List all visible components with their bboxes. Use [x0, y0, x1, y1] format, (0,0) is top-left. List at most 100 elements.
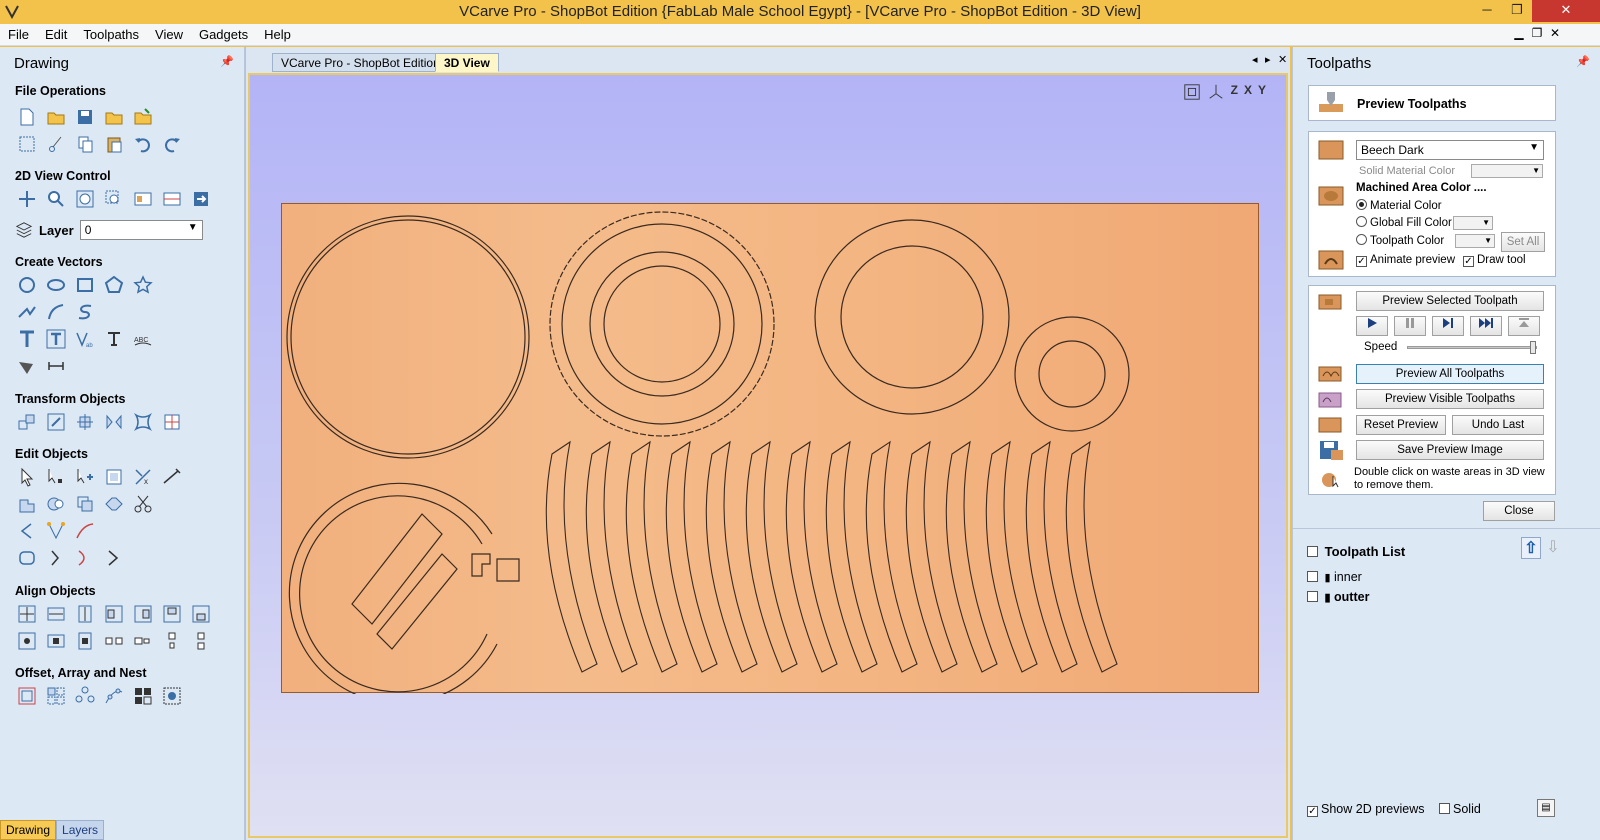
import-folder-icon[interactable] [102, 106, 126, 128]
center-v-material-icon[interactable] [73, 630, 97, 652]
fillet-icon[interactable] [102, 493, 126, 515]
set-all-button[interactable]: Set All [1501, 232, 1545, 252]
mdi-close-icon[interactable]: ✕ [1548, 26, 1562, 40]
circle-icon[interactable] [15, 274, 39, 296]
align-center-icon[interactable] [15, 603, 39, 625]
rectangle-icon[interactable] [73, 274, 97, 296]
weld-icon[interactable] [15, 493, 39, 515]
create-tabs-icon[interactable] [102, 547, 126, 569]
move-down-icon[interactable]: ⇩ [1543, 537, 1563, 559]
tab-2d-view[interactable]: VCarve Pro - ShopBot Edition [272, 53, 449, 72]
open-folder-icon[interactable] [44, 106, 68, 128]
pause-icon[interactable] [1394, 316, 1426, 336]
paste-icon[interactable] [102, 133, 126, 155]
zoom-icon[interactable] [44, 188, 68, 210]
menu-edit[interactable]: Edit [37, 24, 75, 46]
interactive-select-icon[interactable] [73, 466, 97, 488]
open-vector-icon[interactable] [15, 520, 39, 542]
align-top-icon[interactable] [160, 603, 184, 625]
switch-view-icon[interactable] [189, 188, 213, 210]
undo-icon[interactable] [131, 133, 155, 155]
radio-global-fill-color[interactable]: Global Fill Color [1356, 216, 1452, 229]
trim-icon[interactable]: x [131, 466, 155, 488]
offset-icon[interactable] [15, 685, 39, 707]
fit-view-icon[interactable] [1183, 83, 1201, 101]
distort-icon[interactable] [131, 411, 155, 433]
move-up-icon[interactable]: ⇧ [1521, 537, 1541, 559]
menu-gadgets[interactable]: Gadgets [191, 24, 256, 46]
iso-view-icon[interactable] [1207, 83, 1225, 101]
copy-icon[interactable] [73, 133, 97, 155]
reset-preview-button[interactable]: Reset Preview [1356, 415, 1446, 435]
ellipse-icon[interactable] [44, 274, 68, 296]
distribute-v-icon[interactable] [160, 630, 184, 652]
scissors-icon[interactable] [131, 493, 155, 515]
pin-icon[interactable]: 📌 [220, 55, 234, 68]
smart-smooth-icon[interactable] [73, 547, 97, 569]
play-icon[interactable] [1356, 316, 1388, 336]
preview-visible-button[interactable]: Preview Visible Toolpaths [1356, 389, 1544, 409]
solid-material-color-picker[interactable]: ▼ [1471, 164, 1543, 178]
toolpath-list-header[interactable]: Toolpath List [1307, 544, 1405, 559]
save-preview-image-button[interactable]: Save Preview Image [1356, 440, 1544, 460]
copy-along-vectors-icon[interactable] [102, 685, 126, 707]
view-material-icon[interactable] [131, 188, 155, 210]
distribute-h-icon[interactable] [102, 630, 126, 652]
y-view-icon[interactable]: Y [1258, 83, 1266, 101]
job-setup-icon[interactable] [15, 133, 39, 155]
set-size-icon[interactable] [160, 411, 184, 433]
show-2d-previews-checkbox[interactable]: ✓ Show 2D previews [1307, 802, 1425, 817]
new-file-icon[interactable] [15, 106, 39, 128]
nest-settings-icon[interactable] [160, 685, 184, 707]
toolpath-item-outter[interactable]: ▮ outter [1307, 590, 1369, 604]
text-on-curve-icon[interactable]: ab [73, 328, 97, 350]
offset-vector-icon[interactable] [15, 547, 39, 569]
intersect-icon[interactable] [73, 493, 97, 515]
select-by-layer-icon[interactable] [102, 466, 126, 488]
solid-checkbox[interactable]: Solid [1439, 802, 1481, 816]
step-icon[interactable] [1432, 316, 1464, 336]
align-h-center-icon[interactable] [44, 603, 68, 625]
tab-drawing[interactable]: Drawing [0, 820, 57, 840]
menu-file[interactable]: File [0, 24, 37, 46]
distribute-v2-icon[interactable] [189, 630, 213, 652]
tab-close-icon[interactable]: ✕ [1278, 53, 1287, 66]
zoom-selected-icon[interactable] [102, 188, 126, 210]
auto-layout-text-icon[interactable] [44, 328, 68, 350]
align-v-center-icon[interactable] [73, 603, 97, 625]
3d-view-canvas[interactable]: Z X Y [248, 73, 1288, 838]
menu-toolpaths[interactable]: Toolpaths [75, 24, 147, 46]
undo-last-button[interactable]: Undo Last [1452, 415, 1544, 435]
arc-icon[interactable] [44, 301, 68, 323]
circular-array-icon[interactable] [73, 685, 97, 707]
toolpath-color-picker[interactable]: ▼ [1455, 234, 1495, 248]
rotate-icon[interactable] [73, 411, 97, 433]
tab-scroll-left-icon[interactable]: ◂ [1252, 53, 1258, 66]
distribute-mid-icon[interactable] [131, 630, 155, 652]
menu-help[interactable]: Help [256, 24, 299, 46]
mdi-restore-icon[interactable]: ❐ [1530, 26, 1544, 40]
draw-tool-checkbox[interactable]: ✓ Draw tool [1463, 254, 1526, 267]
center-h-material-icon[interactable] [44, 630, 68, 652]
close-icon[interactable]: ✕ [1532, 0, 1600, 22]
text-icon[interactable] [15, 328, 39, 350]
extend-vector-icon[interactable] [44, 547, 68, 569]
skip-to-top-icon[interactable] [1508, 316, 1540, 336]
redo-icon[interactable] [160, 133, 184, 155]
tab-3d-view[interactable]: 3D View [435, 53, 499, 72]
x-view-icon[interactable]: X [1244, 83, 1252, 101]
align-right-icon[interactable] [131, 603, 155, 625]
align-bottom-icon[interactable] [189, 603, 213, 625]
z-view-icon[interactable]: Z [1231, 83, 1238, 101]
layer-select[interactable]: 0 ▼ [79, 220, 203, 240]
animate-preview-checkbox[interactable]: ✓ Animate preview [1356, 254, 1455, 267]
fast-forward-icon[interactable] [1470, 316, 1502, 336]
select-arrow-icon[interactable] [15, 466, 39, 488]
tab-layers[interactable]: Layers [56, 820, 105, 840]
dimension-icon[interactable] [44, 355, 68, 377]
nest-parts-icon[interactable] [131, 685, 155, 707]
minimize-icon[interactable]: ─ [1472, 0, 1502, 22]
edit-text-icon[interactable] [102, 328, 126, 350]
polyline-icon[interactable] [15, 301, 39, 323]
import-image-icon[interactable] [131, 106, 155, 128]
